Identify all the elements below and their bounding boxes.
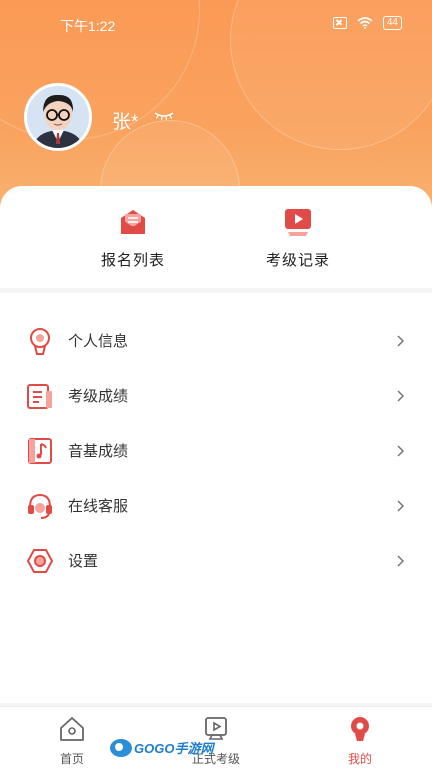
user-name: 张* [112,112,139,133]
settings-menu: 个人信息 考级成绩 音基成绩 在线客服 设置 [0,293,432,703]
watermark-text: GOGO手游网 [134,741,214,756]
person-badge-icon [30,327,50,355]
tab-home[interactable]: 首页 [32,715,112,767]
music-note-icon [28,437,52,464]
avatar[interactable] [24,83,92,151]
menu-item-label: 音基成绩 [68,443,129,460]
menu-item-label: 考级成绩 [68,388,129,405]
tab-mine[interactable]: 我的 [320,715,400,767]
hexagon-settings-icon [26,548,54,573]
menu-item-label: 设置 [68,553,99,570]
headset-icon [28,493,52,519]
menu-item-online-support[interactable]: 在线客服 [0,478,432,533]
watermark: GOGO手游网 [110,738,213,757]
exam-record-button[interactable]: 考级记录 [238,206,358,270]
profile-icon [351,717,369,741]
envelope-list-icon [121,210,145,234]
chevron-right-icon [397,499,405,512]
play-record-icon [285,209,311,236]
bottom-tab-bar: 首页 正式考级 我的 [0,706,432,768]
registration-list-button[interactable]: 报名列表 [73,206,193,270]
menu-item-label: 个人信息 [68,333,129,350]
status-bar: 下午1:22 44 [0,0,432,48]
no-sim-icon [332,17,347,29]
tab-label: 首页 [59,752,84,766]
battery-indicator: 44 [382,16,402,30]
watermark-logo-icon [110,738,132,757]
menu-item-settings[interactable]: 设置 [0,533,432,588]
chevron-right-icon [397,444,405,457]
registration-list-label: 报名列表 [100,252,165,269]
quick-actions-card [0,186,432,288]
menu-item-personal-info[interactable]: 个人信息 [0,313,432,368]
closed-eye-icon[interactable] [153,110,175,122]
chevron-right-icon [397,389,405,402]
status-time: 下午1:22 [60,18,116,34]
chevron-right-icon [397,334,405,347]
wifi-icon [357,17,373,29]
document-icon [27,383,52,409]
tab-label: 我的 [347,752,372,766]
menu-item-exam-scores[interactable]: 考级成绩 [0,368,432,423]
menu-item-music-theory-scores[interactable]: 音基成绩 [0,423,432,478]
chevron-right-icon [397,554,405,567]
avatar-portrait [27,86,89,148]
home-icon [60,717,84,741]
exam-record-label: 考级记录 [265,252,330,269]
menu-item-label: 在线客服 [68,498,129,515]
